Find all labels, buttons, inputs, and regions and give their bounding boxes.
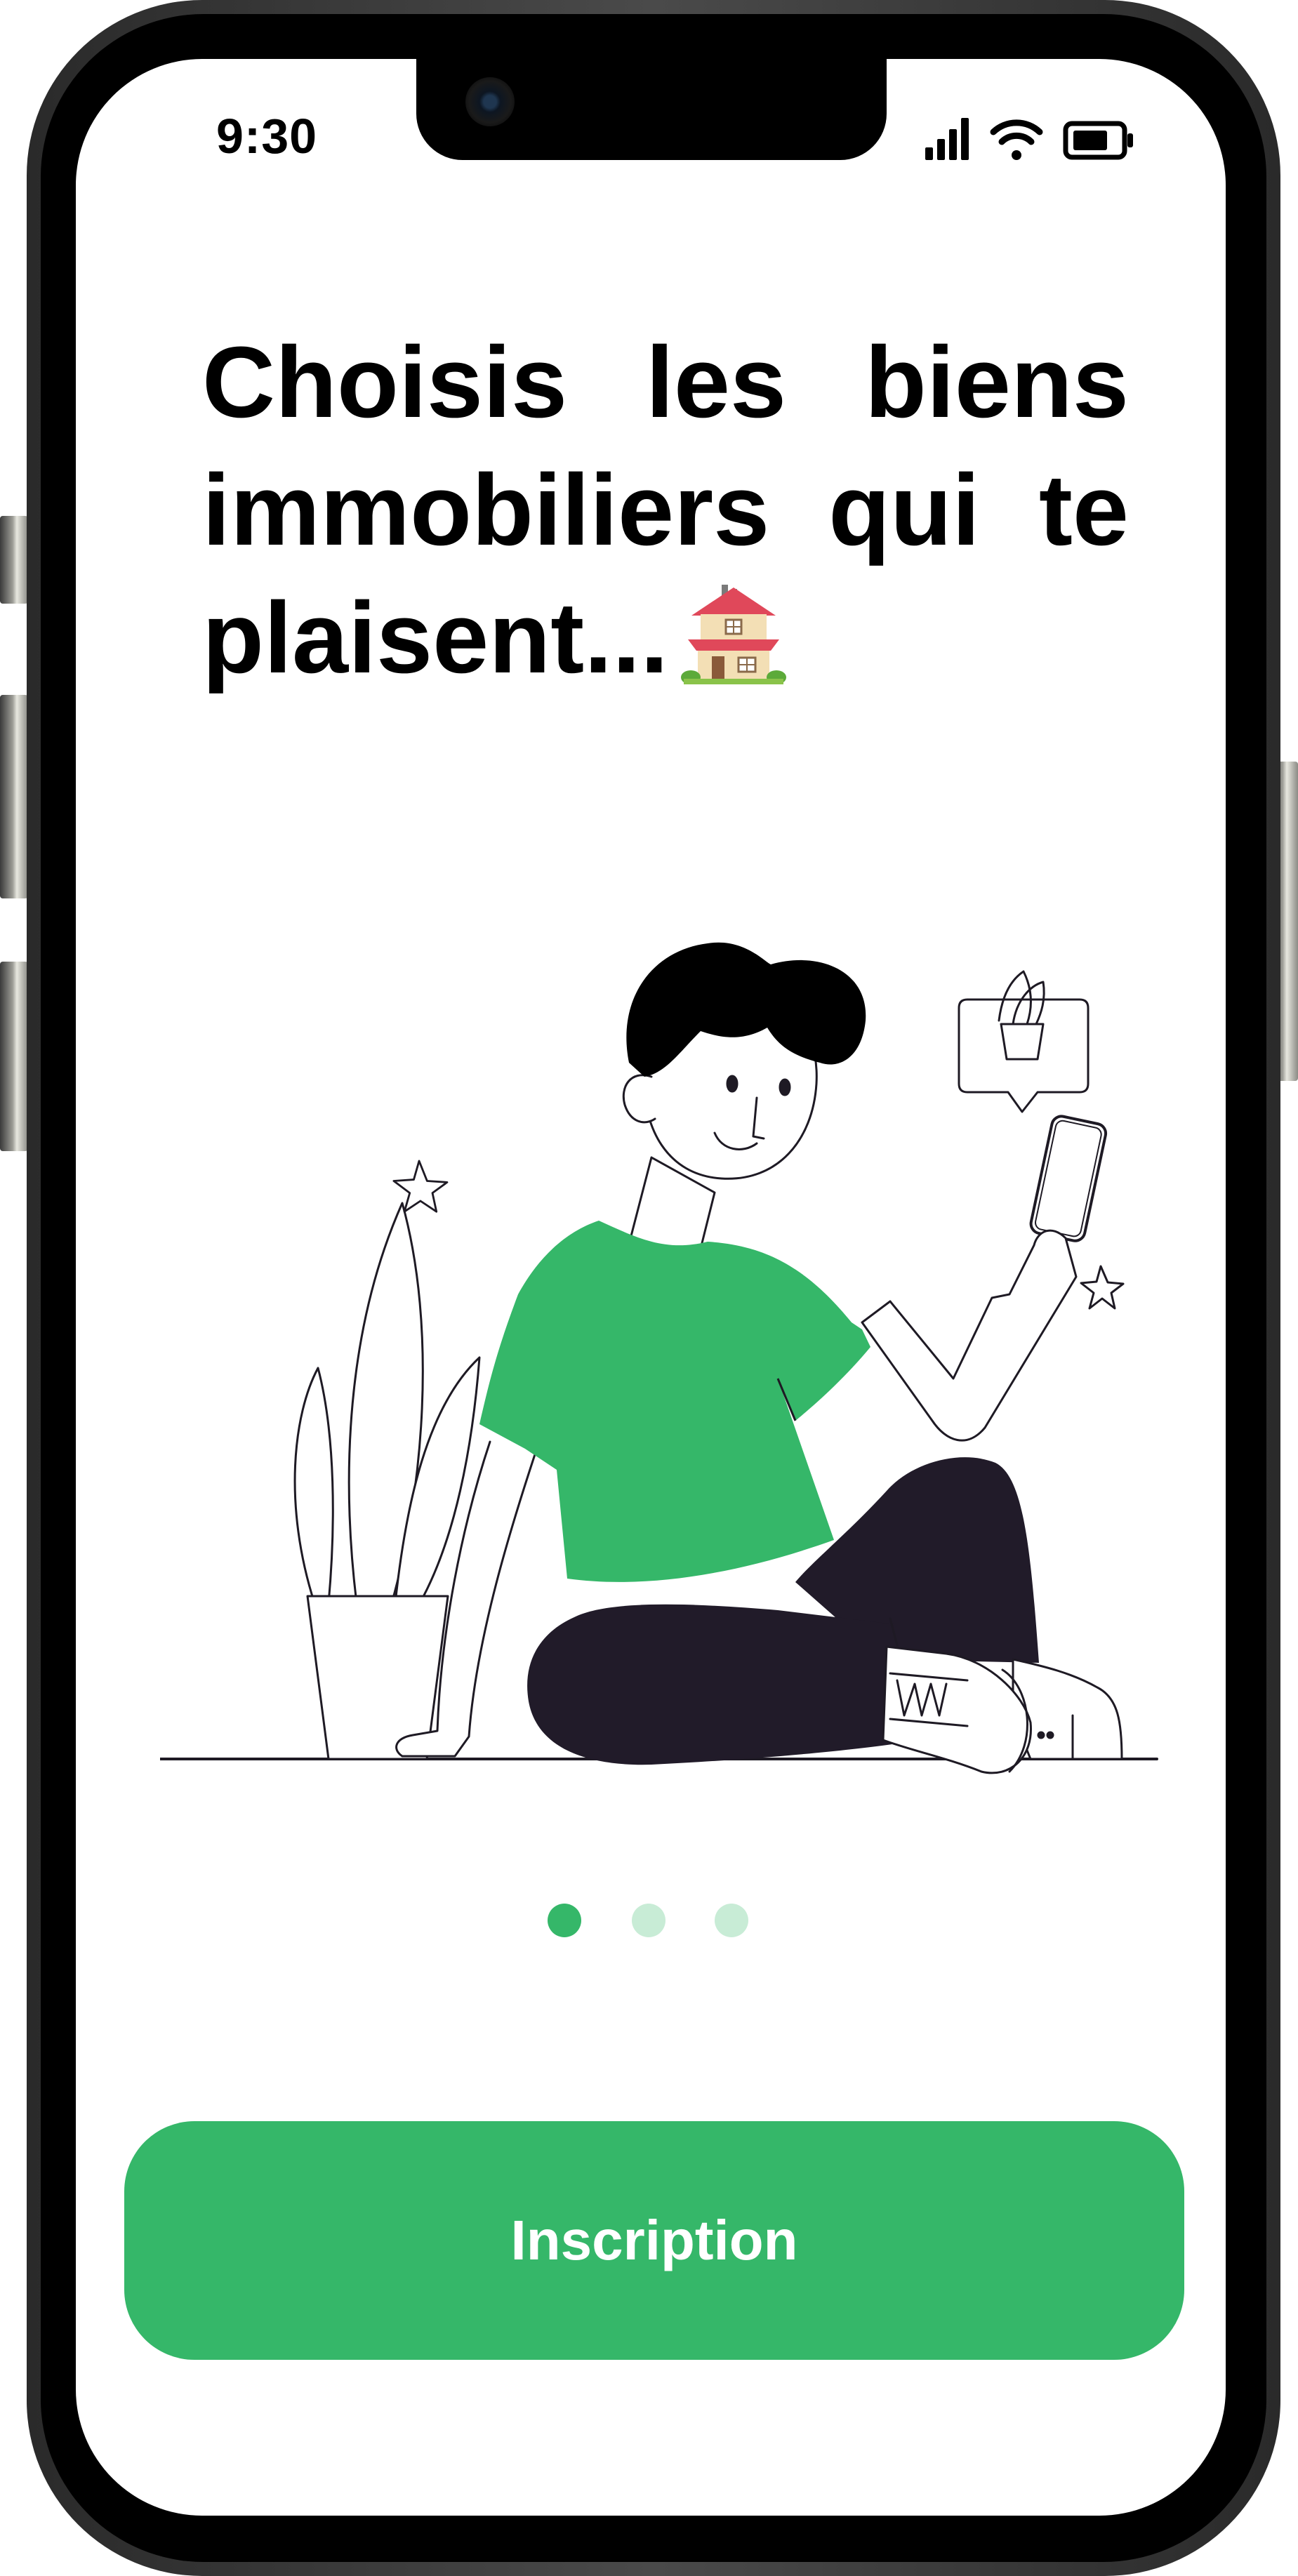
signal-icon [925, 118, 969, 160]
page-indicator-dot-2[interactable] [632, 1904, 665, 1937]
onboarding-title: Choisis les biens immobiliers qui te pla… [202, 319, 1129, 702]
volume-down-button [0, 962, 28, 1151]
notch [416, 59, 887, 160]
status-icons [925, 115, 1157, 164]
inscription-button[interactable]: Inscription [124, 2121, 1184, 2360]
mute-switch [0, 516, 28, 604]
page-indicator-dot-3[interactable] [715, 1904, 748, 1937]
camera-icon [465, 77, 515, 126]
volume-up-button [0, 695, 28, 898]
status-time: 9:30 [216, 109, 318, 164]
house-icon [681, 580, 787, 686]
pagination-dots [548, 1904, 758, 1940]
battery-icon [1063, 121, 1133, 160]
person-with-phone-illustration [159, 873, 1192, 1793]
page-indicator-dot-1[interactable] [548, 1904, 581, 1937]
onboarding-title-text: Choisis les biens immobiliers qui te pla… [202, 326, 1129, 694]
app-screen: 9:30 Choisis les biens immobiliers qui t… [76, 59, 1226, 2516]
wifi-icon [990, 119, 1043, 160]
